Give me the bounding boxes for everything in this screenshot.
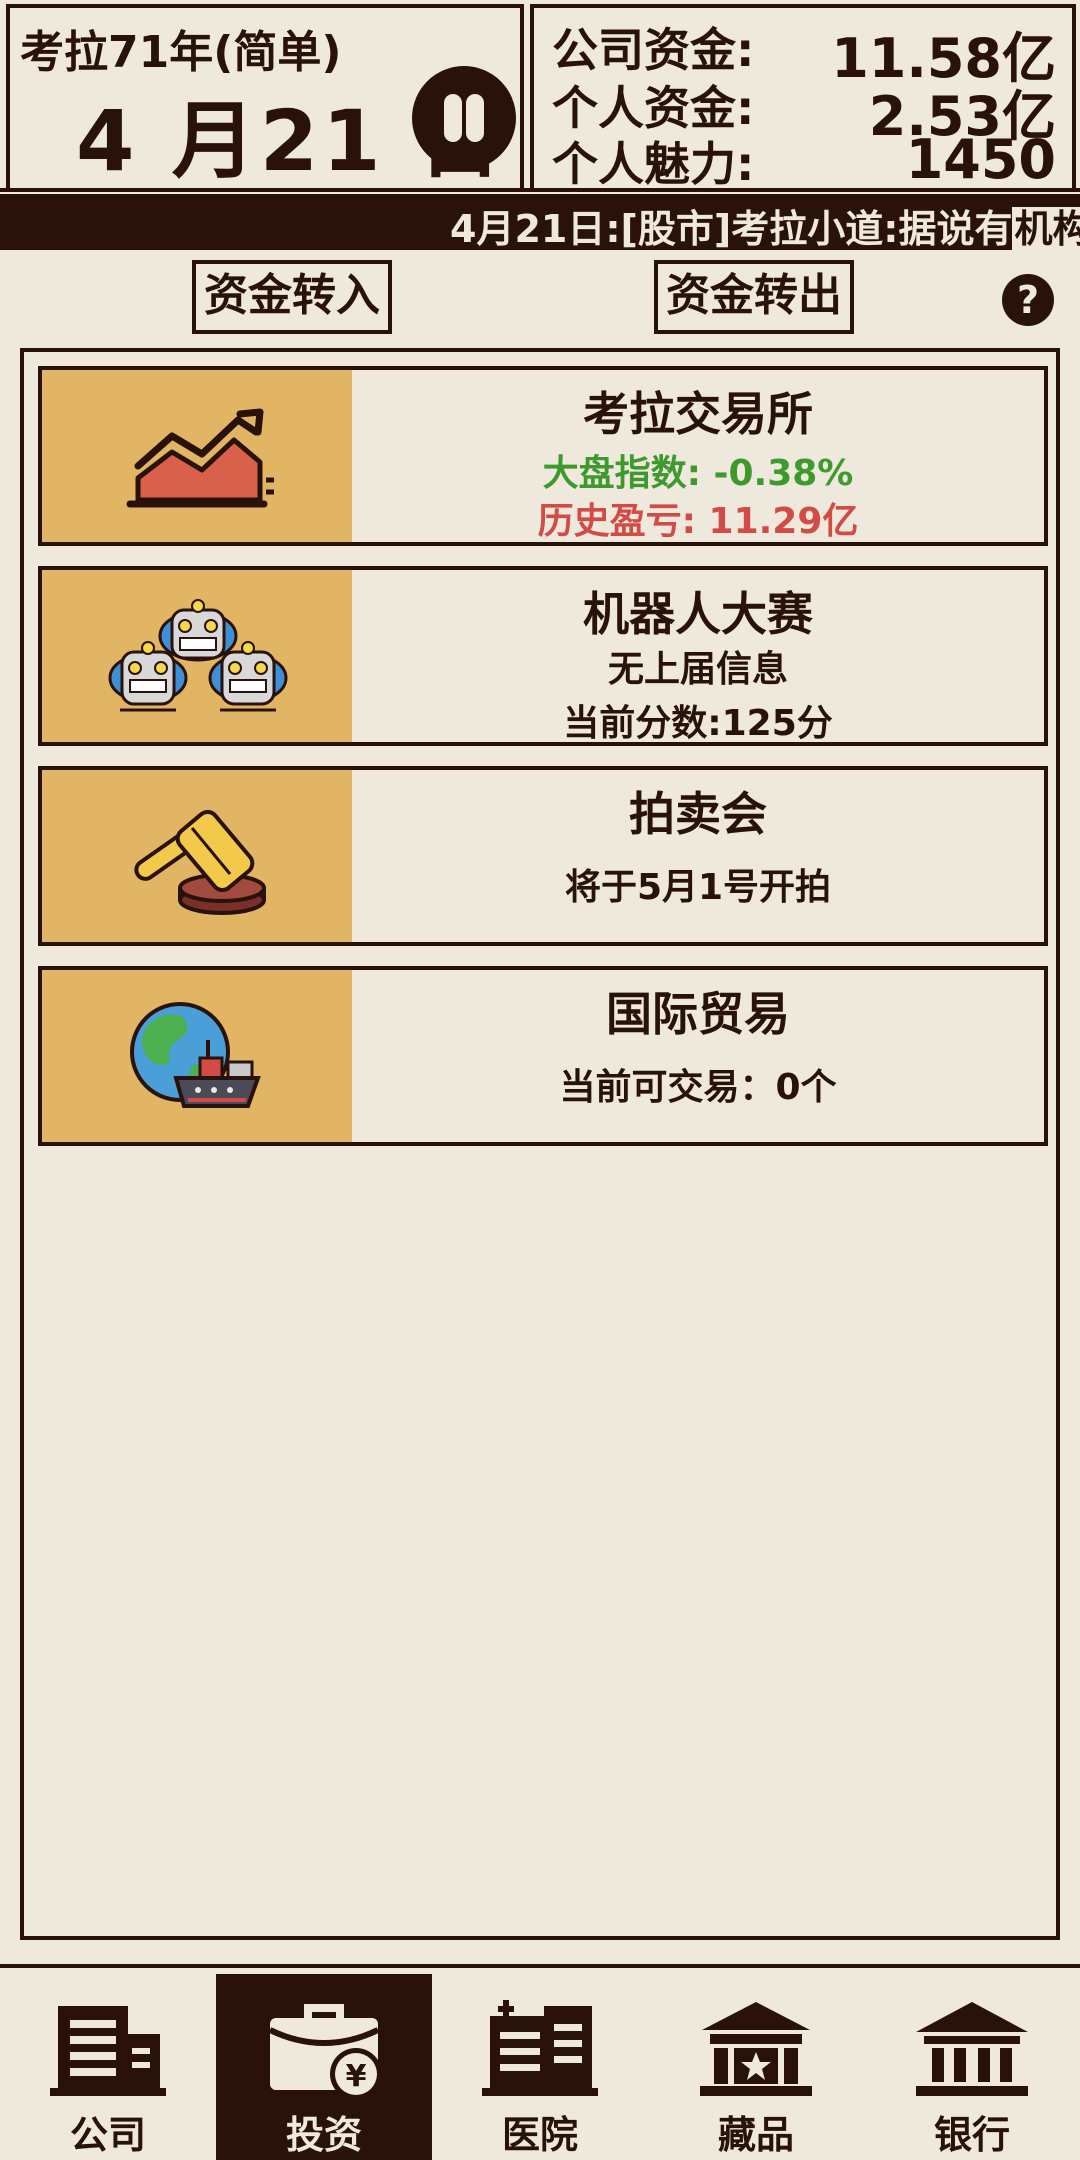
exchange-title: 考拉交易所 bbox=[583, 387, 813, 441]
charisma-row: 个人魅力: 1450 bbox=[552, 128, 1056, 191]
company-funds-row: 公司资金: 11.58亿 bbox=[552, 14, 1056, 90]
nav-label-invest: 投资 bbox=[285, 2113, 362, 2157]
trade-card[interactable]: 国际贸易 当前可交易：0个 bbox=[38, 966, 1048, 1146]
svg-text:¥: ¥ bbox=[346, 2059, 367, 2094]
robot-card-body: 机器人大赛 无上届信息 当前分数:125分 bbox=[352, 570, 1044, 744]
bottom-nav: 公司 ¥ 投资 医院 藏品 银行 bbox=[0, 1964, 1080, 2160]
transfer-out-button[interactable]: 资金转出 bbox=[654, 260, 854, 334]
investment-panel: 考拉交易所 大盘指数: -0.38% 历史盈亏: 11.29亿 机器人大赛 无上… bbox=[20, 348, 1060, 1940]
bank-icon bbox=[916, 2002, 1028, 2096]
nav-item-hospital[interactable]: 医院 bbox=[432, 1974, 648, 2160]
help-icon[interactable]: ? bbox=[1002, 274, 1054, 326]
nav-item-invest[interactable]: ¥ 投资 bbox=[216, 1974, 432, 2160]
ticker-highlight: 机构 bbox=[1012, 207, 1080, 250]
charisma-label: 个人魅力: bbox=[552, 137, 755, 191]
robot-head-icon bbox=[158, 599, 238, 662]
auction-card[interactable]: 拍卖会 将于5月1号开拍 bbox=[38, 766, 1048, 946]
exchange-card-body: 考拉交易所 大盘指数: -0.38% 历史盈亏: 11.29亿 bbox=[352, 370, 1044, 542]
pause-icon bbox=[466, 94, 484, 142]
nav-label-bank: 银行 bbox=[933, 2113, 1010, 2157]
year-label: 考拉71年(简单) bbox=[20, 27, 342, 78]
robot-contest-title: 机器人大赛 bbox=[583, 587, 813, 641]
auction-card-body: 拍卖会 将于5月1号开拍 bbox=[352, 770, 1044, 942]
charisma-value: 1450 bbox=[905, 128, 1056, 191]
auction-schedule: 将于5月1号开拍 bbox=[564, 867, 832, 908]
globe-ship-icon bbox=[42, 970, 352, 1142]
nav-label-hospital: 医院 bbox=[501, 2113, 578, 2157]
current-score: 当前分数:125分 bbox=[563, 703, 833, 744]
news-ticker[interactable]: 4月21日:[股市]考拉小道:据说有机构 bbox=[0, 194, 1080, 250]
market-index: 大盘指数: -0.38% bbox=[542, 453, 854, 494]
ticker-text: 4月21日:[股市]考拉小道:据说有机构 bbox=[450, 198, 1080, 250]
funds-panel: 公司资金: 11.58亿 个人资金: 2.53亿 个人魅力: 1450 bbox=[530, 4, 1076, 191]
trade-card-body: 国际贸易 当前可交易：0个 bbox=[352, 970, 1044, 1142]
personal-funds-row: 个人资金: 2.53亿 bbox=[552, 72, 1056, 148]
historical-pnl: 历史盈亏: 11.29亿 bbox=[537, 501, 859, 542]
robots-icon bbox=[42, 570, 352, 742]
company-funds-label: 公司资金: bbox=[552, 23, 755, 77]
nav-item-company[interactable]: 公司 bbox=[0, 1974, 216, 2160]
top-header: 考拉71年(简单) 4 月21 日 公司资金: 11.58亿 个人资金: 2.5… bbox=[0, 0, 1080, 192]
trade-title: 国际贸易 bbox=[606, 987, 790, 1041]
transfer-in-button[interactable]: 资金转入 bbox=[192, 260, 392, 334]
stock-chart-icon bbox=[42, 370, 352, 542]
tradeable-count: 当前可交易：0个 bbox=[559, 1067, 837, 1108]
nav-item-bank[interactable]: 银行 bbox=[864, 1974, 1080, 2160]
nav-item-collection[interactable]: 藏品 bbox=[648, 1974, 864, 2160]
museum-star-icon bbox=[700, 2002, 812, 2096]
gavel-icon bbox=[42, 770, 352, 942]
nav-label-collection: 藏品 bbox=[717, 2113, 794, 2157]
ticker-message: 4月21日:[股市]考拉小道:据说有 bbox=[450, 207, 1013, 250]
date-panel: 考拉71年(简单) 4 月21 日 bbox=[6, 4, 524, 190]
robot-contest-card[interactable]: 机器人大赛 无上届信息 当前分数:125分 bbox=[38, 566, 1048, 746]
pause-button[interactable] bbox=[412, 66, 516, 170]
auction-title: 拍卖会 bbox=[629, 787, 767, 841]
pause-icon bbox=[444, 94, 462, 142]
briefcase-yen-icon: ¥ bbox=[268, 2004, 382, 2100]
exchange-card[interactable]: 考拉交易所 大盘指数: -0.38% 历史盈亏: 11.29亿 bbox=[38, 366, 1048, 546]
nav-label-company: 公司 bbox=[69, 2113, 146, 2157]
hospital-icon bbox=[482, 2000, 598, 2096]
last-season-info: 无上届信息 bbox=[607, 649, 788, 690]
office-building-icon bbox=[50, 2006, 166, 2096]
